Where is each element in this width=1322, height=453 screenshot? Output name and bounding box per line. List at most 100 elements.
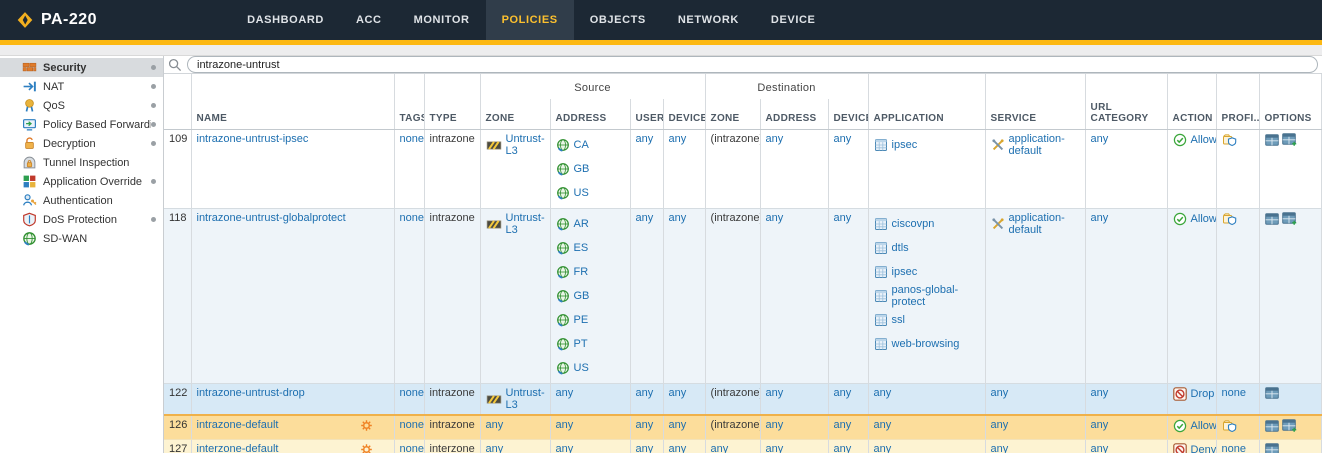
dest-address-value[interactable]: any	[766, 212, 784, 224]
source-zone-value[interactable]: any	[486, 443, 504, 453]
user-value[interactable]: any	[636, 443, 654, 453]
action-value[interactable]: Deny	[1191, 444, 1217, 453]
source-address-value[interactable]: GB	[574, 163, 590, 175]
sidebar-item-decryption[interactable]: Decryption	[0, 134, 163, 153]
tab-policies[interactable]: POLICIES	[486, 0, 574, 40]
action-value[interactable]: Drop	[1191, 388, 1215, 400]
col-service[interactable]: SERVICE	[985, 99, 1085, 130]
log-settings-icon[interactable]	[1265, 387, 1279, 399]
log-settings-icon[interactable]	[1265, 443, 1279, 453]
sidebar-item-policy-based-forwarding[interactable]: Policy Based Forwarding	[0, 115, 163, 134]
application-value[interactable]: any	[874, 387, 892, 399]
profile-group-icon[interactable]	[1222, 419, 1237, 433]
log-forwarding-icon[interactable]	[1282, 133, 1297, 146]
col-dest-address[interactable]: ADDRESS	[760, 99, 828, 130]
application-value[interactable]: ssl	[892, 314, 905, 326]
source-address-value[interactable]: CA	[574, 139, 589, 151]
rule-name-link[interactable]: intrazone-default	[197, 419, 279, 431]
source-device-value[interactable]: any	[669, 212, 687, 224]
dest-device-value[interactable]: any	[834, 387, 852, 399]
url-category-value[interactable]: any	[1091, 133, 1109, 145]
service-value[interactable]: application-default	[1009, 133, 1080, 157]
application-value[interactable]: ipsec	[892, 139, 918, 151]
source-address-value[interactable]: FR	[574, 266, 589, 278]
source-address-value[interactable]: GB	[574, 290, 590, 302]
col-source-device[interactable]: DEVICE	[663, 99, 705, 130]
col-profile[interactable]: PROFI...	[1216, 99, 1259, 130]
tags-value[interactable]: none	[400, 443, 424, 453]
source-device-value[interactable]: any	[669, 387, 687, 399]
rule-name-link[interactable]: intrazone-untrust-globalprotect	[197, 212, 346, 224]
application-value[interactable]: panos-global-protect	[892, 284, 980, 308]
user-value[interactable]: any	[636, 419, 654, 431]
tab-monitor[interactable]: MONITOR	[398, 0, 486, 40]
application-value[interactable]: any	[874, 419, 892, 431]
log-settings-icon[interactable]	[1265, 420, 1279, 432]
source-address-value[interactable]: ES	[574, 242, 589, 254]
col-type[interactable]: TYPE	[424, 99, 480, 130]
user-value[interactable]: any	[636, 133, 654, 145]
sidebar-item-nat[interactable]: NAT	[0, 77, 163, 96]
dest-device-value[interactable]: any	[834, 419, 852, 431]
col-url-category[interactable]: URL CATEGORY	[1085, 99, 1167, 130]
col-source-address[interactable]: ADDRESS	[550, 99, 630, 130]
source-device-value[interactable]: any	[669, 133, 687, 145]
source-zone-value[interactable]: Untrust-L3	[506, 387, 545, 411]
source-address-value[interactable]: PE	[574, 314, 589, 326]
sidebar-item-dos-protection[interactable]: DoS Protection	[0, 210, 163, 229]
dest-address-value[interactable]: any	[766, 387, 784, 399]
tags-value[interactable]: none	[400, 419, 424, 431]
source-address-value[interactable]: any	[556, 443, 574, 453]
log-settings-icon[interactable]	[1265, 134, 1279, 146]
user-value[interactable]: any	[636, 387, 654, 399]
source-zone-value[interactable]: Untrust-L3	[506, 133, 545, 157]
tab-acc[interactable]: ACC	[340, 0, 398, 40]
table-row-default[interactable]: 127 interzone-default none interzone any…	[164, 440, 1321, 453]
tab-dashboard[interactable]: DASHBOARD	[231, 0, 340, 40]
sidebar-item-security[interactable]: Security	[0, 58, 163, 77]
service-value[interactable]: any	[991, 387, 1009, 399]
col-options[interactable]: OPTIONS	[1259, 99, 1321, 130]
tags-value[interactable]: none	[400, 133, 424, 145]
dest-device-value[interactable]: any	[834, 133, 852, 145]
col-dest-zone[interactable]: ZONE	[705, 99, 760, 130]
rule-name-link[interactable]: intrazone-untrust-drop	[197, 387, 305, 399]
dest-address-value[interactable]: any	[766, 443, 784, 453]
sidebar-item-qos[interactable]: QoS	[0, 96, 163, 115]
source-address-value[interactable]: AR	[574, 218, 589, 230]
default-rule-gear-icon[interactable]	[360, 419, 373, 432]
user-value[interactable]: any	[636, 212, 654, 224]
service-value[interactable]: any	[991, 443, 1009, 453]
table-row[interactable]: 109 intrazone-untrust-ipsec none intrazo…	[164, 130, 1321, 209]
dest-device-value[interactable]: any	[834, 443, 852, 453]
dest-address-value[interactable]: any	[766, 419, 784, 431]
rule-name-link[interactable]: interzone-default	[197, 443, 279, 453]
application-value[interactable]: any	[874, 443, 892, 453]
source-address-value[interactable]: US	[574, 362, 589, 374]
service-value[interactable]: any	[991, 419, 1009, 431]
tags-value[interactable]: none	[400, 387, 424, 399]
profile-group-icon[interactable]	[1222, 133, 1237, 147]
source-zone-value[interactable]: Untrust-L3	[506, 212, 545, 236]
application-value[interactable]: web-browsing	[892, 338, 960, 350]
url-category-value[interactable]: any	[1091, 387, 1109, 399]
action-value[interactable]: Allow	[1191, 213, 1217, 225]
tab-network[interactable]: NETWORK	[662, 0, 755, 40]
sidebar-item-tunnel-inspection[interactable]: Tunnel Inspection	[0, 153, 163, 172]
log-forwarding-icon[interactable]	[1282, 419, 1297, 432]
source-device-value[interactable]: any	[669, 419, 687, 431]
sidebar-item-application-override[interactable]: Application Override	[0, 172, 163, 191]
source-address-value[interactable]: any	[556, 419, 574, 431]
table-row-default[interactable]: 126 intrazone-default none intrazone any…	[164, 415, 1321, 440]
source-address-value[interactable]: any	[556, 387, 574, 399]
col-tags[interactable]: TAGS	[394, 99, 424, 130]
log-forwarding-icon[interactable]	[1282, 212, 1297, 225]
sidebar-item-sd-wan[interactable]: SD-WAN	[0, 229, 163, 248]
sidebar-item-authentication[interactable]: Authentication	[0, 191, 163, 210]
url-category-value[interactable]: any	[1091, 212, 1109, 224]
application-value[interactable]: ipsec	[892, 266, 918, 278]
service-value[interactable]: application-default	[1009, 212, 1080, 236]
tags-value[interactable]: none	[400, 212, 424, 224]
profile-group-icon[interactable]	[1222, 212, 1237, 226]
source-zone-value[interactable]: any	[486, 419, 504, 431]
